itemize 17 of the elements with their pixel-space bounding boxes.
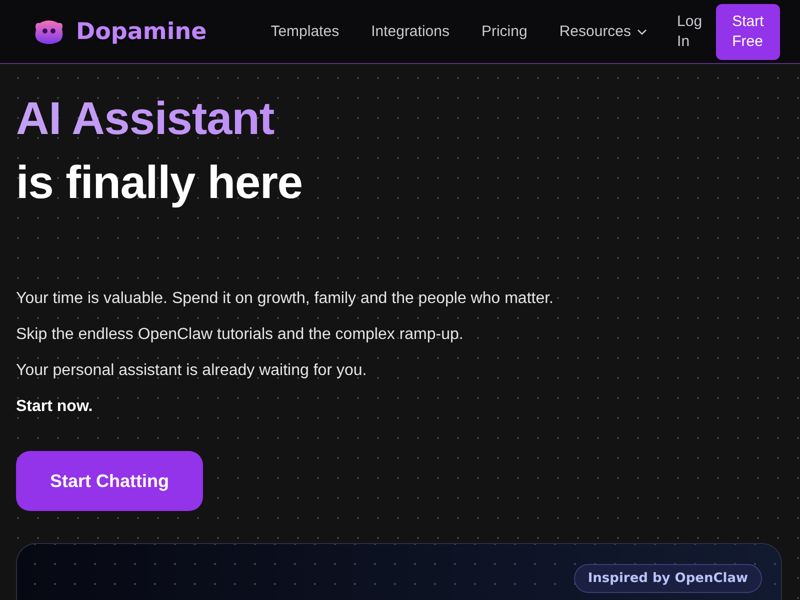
start-free-button[interactable]: Start Free [716, 4, 780, 60]
hero-paragraph: Skip the endless OpenClaw tutorials and the complex ramp-up. [16, 325, 464, 345]
nav-dropdown[interactable]: Resources [543, 23, 664, 40]
hero-paragraph: Start now. [16, 397, 94, 417]
hero-heading: is finally here [16, 155, 304, 210]
start-chatting-button[interactable]: Start Chatting [16, 451, 203, 511]
chevron-down-icon [637, 28, 648, 34]
hero-paragraph: Your time is valuable. Spend it on growth, family and the people who matter. [16, 289, 554, 309]
brand-name: Dopamine [76, 18, 207, 44]
inspired-badge: Inspired by OpenClaw [574, 564, 762, 593]
nav-link[interactable]: Templates [254, 23, 356, 40]
blob-mascot-icon [34, 18, 64, 44]
login-link[interactable]: Log In [677, 12, 702, 52]
hero-paragraph: Your personal assistant is already waiting for you. [16, 361, 368, 381]
nav-link[interactable]: Integrations [355, 23, 466, 40]
nav-link[interactable]: Pricing [465, 23, 544, 40]
brand-logo[interactable]: Dopamine [34, 18, 207, 44]
